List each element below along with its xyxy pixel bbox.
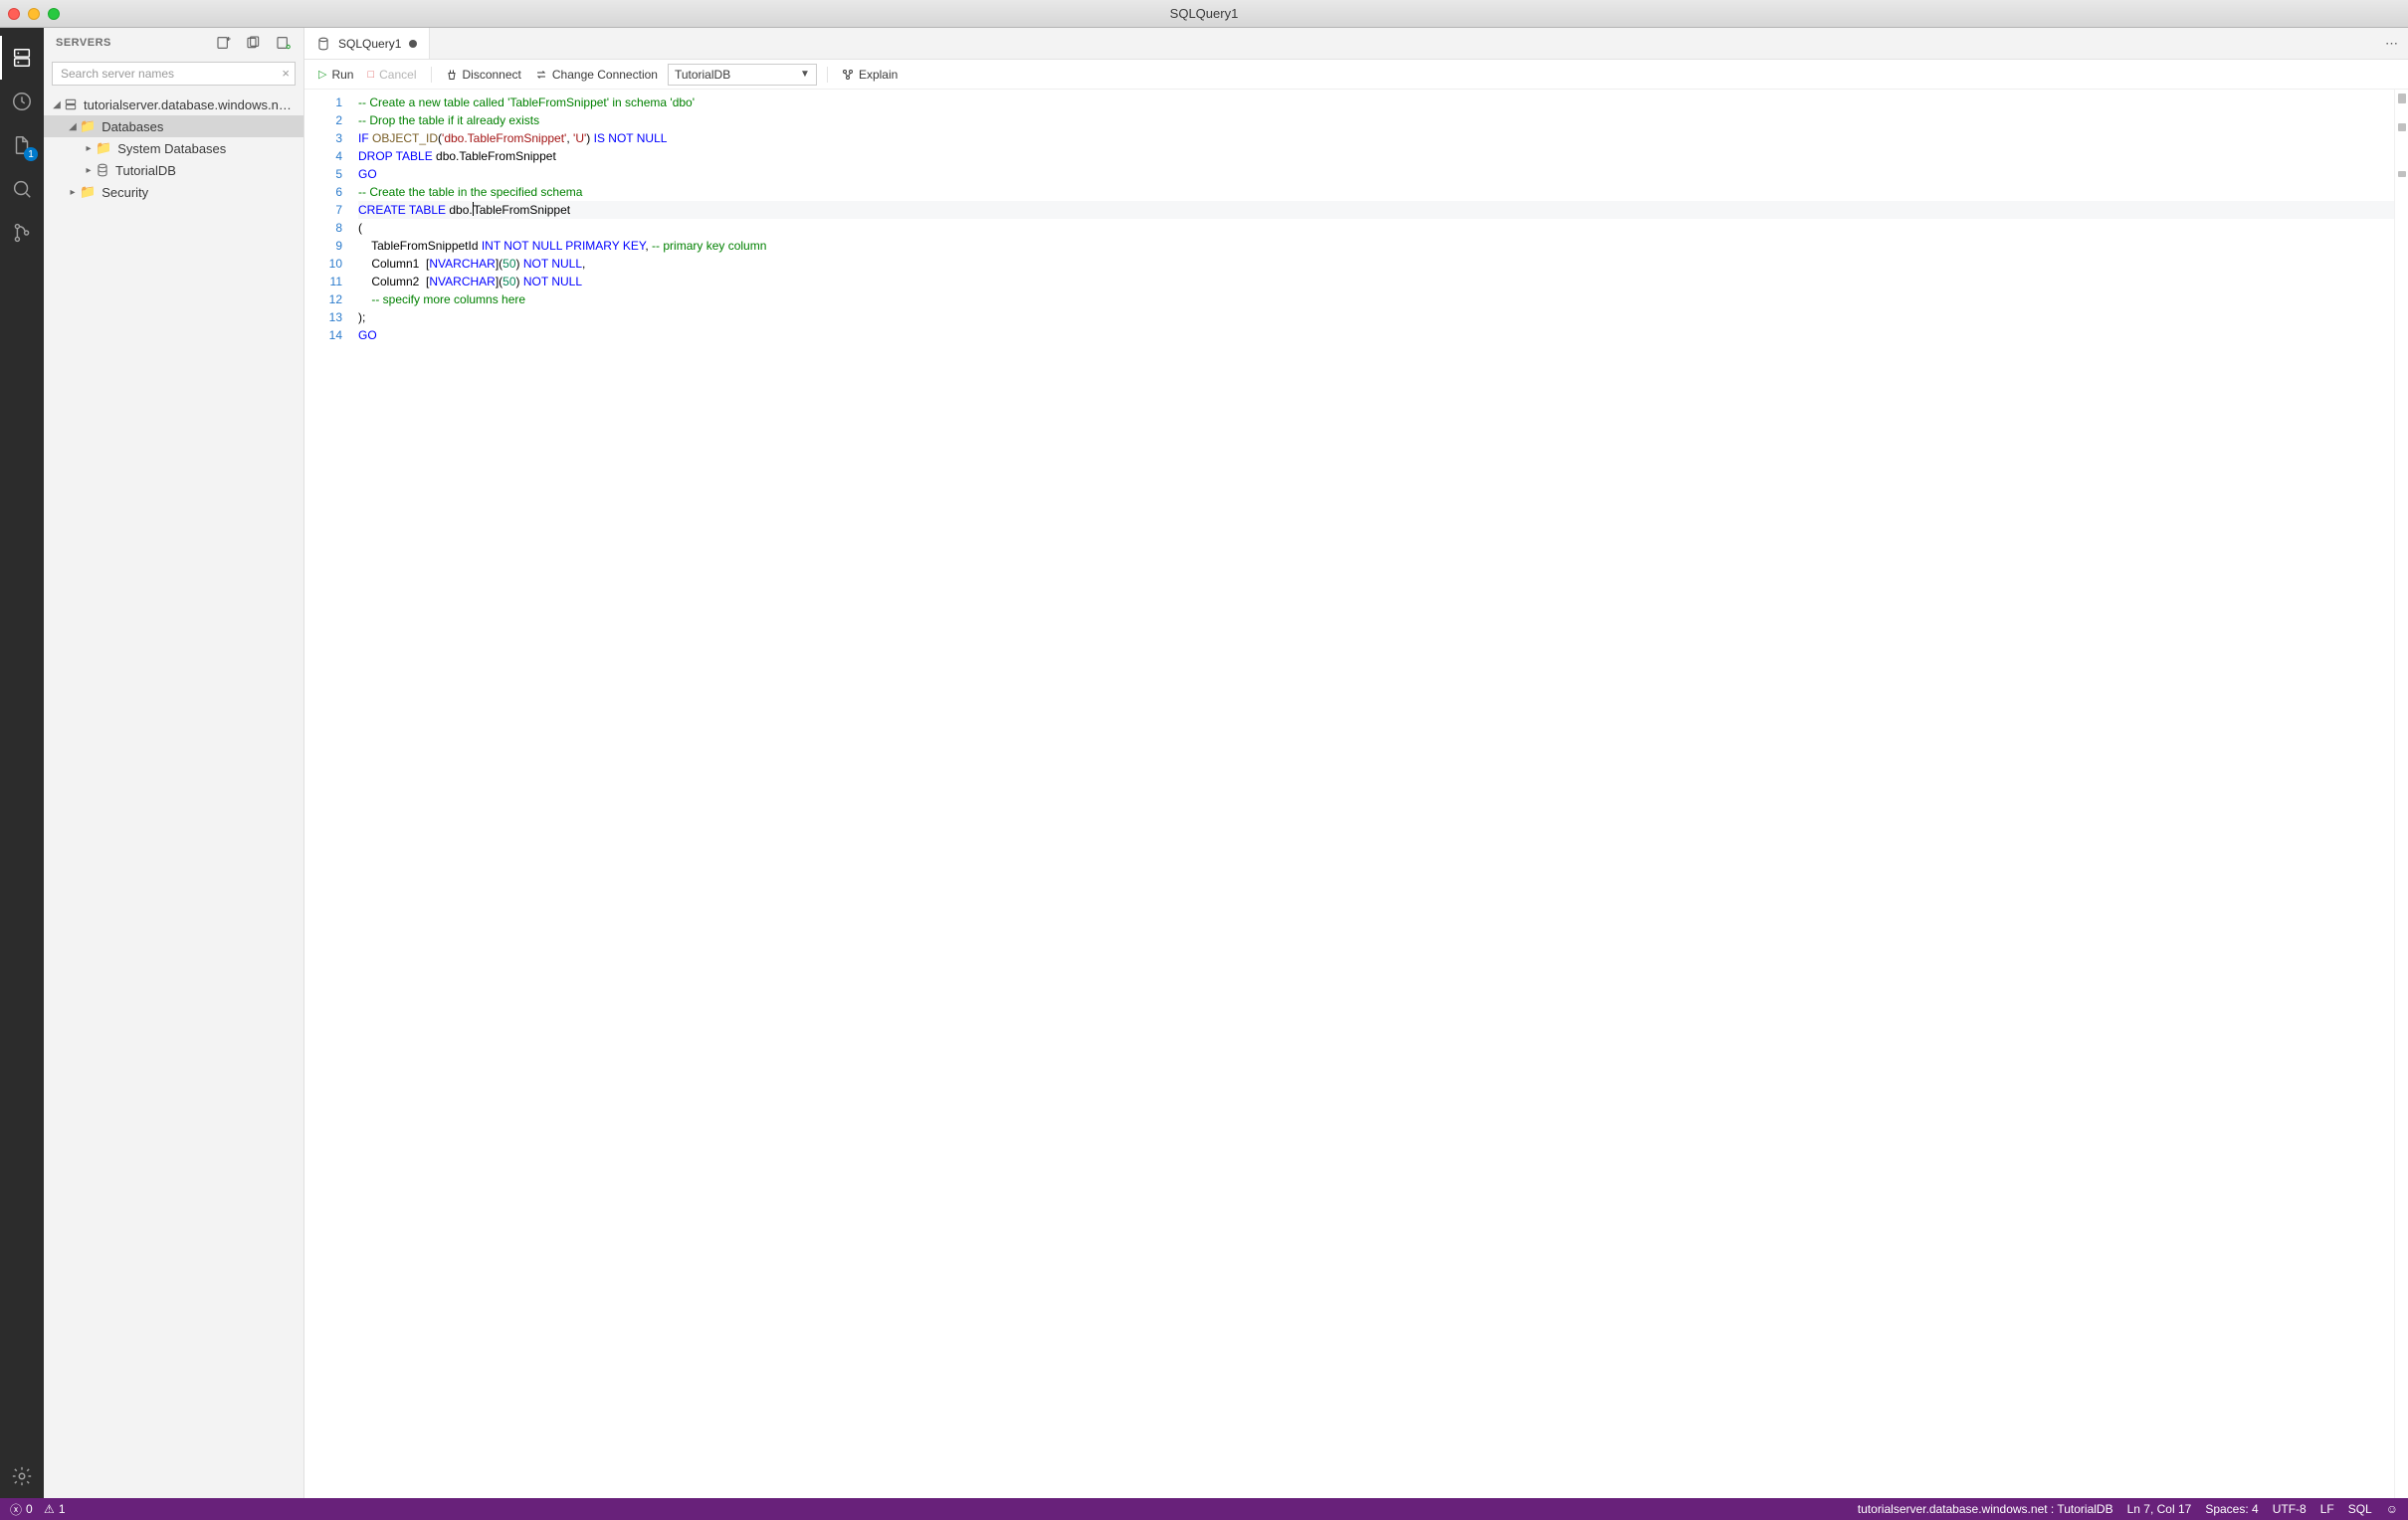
window-title: SQLQuery1 <box>0 6 2408 21</box>
disconnect-button[interactable]: Disconnect <box>442 68 525 82</box>
separator <box>431 67 432 83</box>
tree-databases[interactable]: ◢ 📁 Databases <box>44 115 303 137</box>
titlebar: SQLQuery1 <box>0 0 2408 28</box>
database-icon <box>96 163 109 177</box>
show-connections-icon[interactable] <box>276 35 292 51</box>
folder-icon: 📁 <box>96 140 111 156</box>
tab-sqlquery1[interactable]: SQLQuery1 <box>304 28 430 59</box>
explain-button[interactable]: Explain <box>838 68 902 82</box>
status-errors[interactable]: ⓧ 0 ⚠ 1 <box>10 1501 66 1518</box>
cancel-label: Cancel <box>379 68 416 82</box>
tab-label: SQLQuery1 <box>338 37 401 51</box>
tree-server-label: tutorialserver.database.windows.n… <box>84 97 292 112</box>
chevron-right-icon: ▸ <box>82 143 96 154</box>
sidebar-title: SERVERS <box>56 37 111 49</box>
tree-databases-label: Databases <box>101 119 163 134</box>
run-label: Run <box>331 68 353 82</box>
database-select-value: TutorialDB <box>675 68 730 82</box>
folder-icon: 📁 <box>80 184 96 200</box>
minimap-region <box>2398 123 2406 131</box>
sidebar-header: SERVERS <box>44 28 303 58</box>
tree-tutorialdb[interactable]: ▸ TutorialDB <box>44 159 303 181</box>
explain-label: Explain <box>859 68 898 82</box>
activity-explorer[interactable]: 1 <box>0 123 44 167</box>
explorer-badge: 1 <box>24 147 38 161</box>
chevron-down-icon: ◢ <box>50 99 64 110</box>
activity-search[interactable] <box>0 167 44 211</box>
new-server-group-icon[interactable] <box>246 35 262 51</box>
activity-bar: 1 <box>0 28 44 1498</box>
minimap-region <box>2398 171 2406 177</box>
stop-icon: □ <box>367 69 374 81</box>
code-editor[interactable]: -- Create a new table called 'TableFromS… <box>352 90 2394 1498</box>
sidebar-search: × <box>52 62 296 86</box>
status-warnings-count: 1 <box>59 1502 66 1516</box>
more-actions-button[interactable]: ⋯ <box>2375 28 2408 59</box>
change-connection-icon <box>535 69 547 81</box>
clear-search-icon[interactable]: × <box>282 66 290 81</box>
server-tree: ◢ tutorialserver.database.windows.n… ◢ 📁… <box>44 90 303 203</box>
minimap[interactable] <box>2394 90 2408 1498</box>
explain-icon <box>842 69 854 81</box>
new-connection-icon[interactable] <box>216 35 232 51</box>
chevron-right-icon: ▸ <box>66 187 80 198</box>
query-toolbar: ▷ Run □ Cancel Disconnect Change Connectio… <box>304 60 2408 90</box>
status-connection[interactable]: tutorialserver.database.windows.net : Tu… <box>1858 1502 2113 1516</box>
activity-source-control[interactable] <box>0 211 44 255</box>
status-bar: ⓧ 0 ⚠ 1 tutorialserver.database.windows.ne… <box>0 1498 2408 1520</box>
tree-system-databases[interactable]: ▸ 📁 System Databases <box>44 137 303 159</box>
play-icon: ▷ <box>318 68 326 81</box>
disconnect-icon <box>446 69 458 81</box>
chevron-down-icon: ◢ <box>66 121 80 132</box>
run-button[interactable]: ▷ Run <box>314 68 357 82</box>
activity-manage[interactable] <box>0 1454 44 1498</box>
chevron-down-icon: ▼ <box>800 69 810 80</box>
change-connection-label: Change Connection <box>552 68 658 82</box>
separator <box>827 67 828 83</box>
error-icon: ⓧ <box>10 1501 22 1518</box>
search-input[interactable] <box>52 62 296 86</box>
chevron-right-icon: ▸ <box>82 165 96 176</box>
folder-icon: 📁 <box>80 118 96 134</box>
server-icon <box>64 97 78 111</box>
database-select[interactable]: TutorialDB ▼ <box>668 64 817 86</box>
database-icon <box>316 37 330 51</box>
tree-server[interactable]: ◢ tutorialserver.database.windows.n… <box>44 94 303 115</box>
status-spaces[interactable]: Spaces: 4 <box>2205 1502 2258 1516</box>
activity-task-history[interactable] <box>0 80 44 123</box>
change-connection-button[interactable]: Change Connection <box>531 68 662 82</box>
line-number-gutter: 1234567891011121314 <box>304 90 352 1498</box>
tree-security-label: Security <box>101 185 148 200</box>
smiley-icon: ☺ <box>2386 1502 2398 1516</box>
tree-tutorialdb-label: TutorialDB <box>115 163 176 178</box>
tree-system-databases-label: System Databases <box>117 141 226 156</box>
editor-tabs: SQLQuery1 ⋯ <box>304 28 2408 60</box>
cancel-button: □ Cancel <box>363 68 420 82</box>
sidebar: SERVERS × ◢ tutorialserver.database.wind… <box>44 28 304 1498</box>
status-language[interactable]: SQL <box>2348 1502 2372 1516</box>
tree-security[interactable]: ▸ 📁 Security <box>44 181 303 203</box>
disconnect-label: Disconnect <box>463 68 521 82</box>
status-eol[interactable]: LF <box>2320 1502 2334 1516</box>
status-cursor[interactable]: Ln 7, Col 17 <box>2127 1502 2192 1516</box>
dirty-indicator-icon <box>409 40 417 48</box>
warning-icon: ⚠ <box>44 1502 55 1516</box>
minimap-region <box>2398 94 2406 103</box>
activity-servers[interactable] <box>0 36 44 80</box>
status-encoding[interactable]: UTF-8 <box>2273 1502 2307 1516</box>
status-feedback[interactable]: ☺ <box>2386 1502 2398 1516</box>
editor-area: SQLQuery1 ⋯ ▷ Run □ Cancel Disconnect Chan… <box>304 28 2408 1498</box>
status-errors-count: 0 <box>26 1502 33 1516</box>
